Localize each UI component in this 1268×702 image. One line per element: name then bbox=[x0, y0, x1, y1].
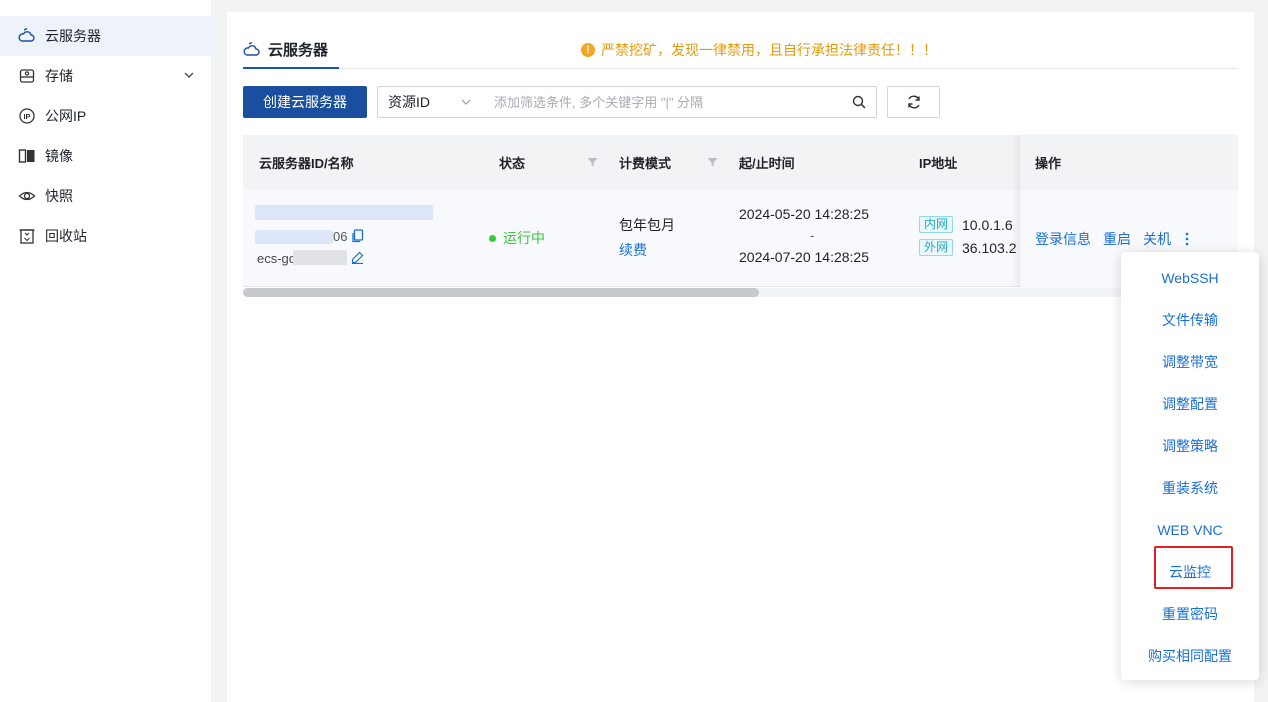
end-time: 2024-07-20 14:28:25 bbox=[739, 249, 869, 265]
sidebar-item-label: 存储 bbox=[45, 68, 73, 84]
tab-bar: 云服务器 ! 严禁挖矿，发现一律禁用，且自行承担法律责任！！！ bbox=[243, 30, 1238, 69]
sidebar-item-cloud-server[interactable]: 云服务器 bbox=[0, 16, 211, 56]
blurred-server-id bbox=[255, 230, 333, 244]
refresh-icon bbox=[906, 94, 922, 110]
filter-field-select[interactable]: 资源ID bbox=[378, 92, 482, 112]
status-dot bbox=[489, 234, 496, 242]
sidebar-item-label: 公网IP bbox=[45, 108, 87, 124]
status-text: 运行中 bbox=[503, 230, 545, 246]
menu-item-reset-password[interactable]: 重置密码 bbox=[1121, 593, 1259, 635]
column-header-id-name: 云服务器ID/名称 bbox=[259, 156, 354, 171]
sidebar-item-label: 回收站 bbox=[45, 228, 87, 244]
menu-item-webssh[interactable]: WebSSH bbox=[1121, 257, 1259, 299]
storage-icon bbox=[18, 67, 36, 85]
billing-mode: 包年包月 bbox=[619, 217, 675, 233]
sidebar-item-snapshot[interactable]: 快照 bbox=[0, 176, 211, 216]
tab-label: 云服务器 bbox=[268, 42, 329, 59]
outer-ip-tag: 外网 bbox=[919, 239, 954, 256]
column-header-status: 状态 bbox=[499, 156, 526, 171]
chevron-down-icon bbox=[460, 96, 472, 108]
sidebar-item-recycle-bin[interactable]: 回收站 bbox=[0, 216, 211, 256]
filter-field-value: 资源ID bbox=[388, 94, 430, 110]
filter-bar: 资源ID bbox=[377, 86, 877, 118]
column-header-time: 起/止时间 bbox=[739, 156, 795, 171]
outer-ip-value: 36.103.2 bbox=[962, 239, 1017, 256]
sidebar-item-image[interactable]: 镜像 bbox=[0, 136, 211, 176]
search-input[interactable] bbox=[482, 88, 842, 116]
recycle-bin-icon bbox=[18, 227, 36, 245]
cloud-server-icon bbox=[243, 41, 261, 59]
filter-icon[interactable] bbox=[587, 155, 598, 171]
more-actions-menu: WebSSH 文件传输 调整带宽 调整配置 调整策略 重装系统 WEB VNC … bbox=[1121, 252, 1259, 680]
search-icon[interactable] bbox=[842, 95, 876, 109]
warning-notice: ! 严禁挖矿，发现一律禁用，且自行承担法律责任！！！ bbox=[581, 40, 937, 60]
blurred-server-id bbox=[255, 205, 433, 220]
sidebar-item-label: 云服务器 bbox=[45, 28, 101, 44]
restart-link[interactable]: 重启 bbox=[1103, 229, 1131, 249]
sidebar-item-storage[interactable]: 存储 bbox=[0, 56, 211, 96]
snapshot-icon bbox=[18, 187, 36, 205]
warning-icon: ! bbox=[581, 43, 595, 57]
time-separator: - bbox=[810, 228, 815, 243]
warning-text: 严禁挖矿，发现一律禁用，且自行承担法律责任！！！ bbox=[601, 42, 937, 58]
chevron-down-icon[interactable] bbox=[183, 68, 195, 84]
sidebar-item-label: 快照 bbox=[45, 188, 73, 204]
menu-item-adjust-policy[interactable]: 调整策略 bbox=[1121, 425, 1259, 467]
blurred-server-name bbox=[293, 250, 347, 265]
server-name: ecs-gc bbox=[257, 251, 296, 266]
menu-item-reinstall-system[interactable]: 重装系统 bbox=[1121, 467, 1259, 509]
menu-item-adjust-bandwidth[interactable]: 调整带宽 bbox=[1121, 341, 1259, 383]
scrollbar-thumb[interactable] bbox=[243, 288, 759, 297]
menu-item-cloud-monitor[interactable]: 云监控 bbox=[1121, 551, 1259, 593]
filter-icon[interactable] bbox=[707, 155, 718, 171]
shutdown-link[interactable]: 关机 bbox=[1143, 229, 1171, 249]
inner-ip: 内网 10.0.1.6 bbox=[919, 216, 1013, 233]
sidebar-item-label: 镜像 bbox=[45, 148, 73, 164]
login-info-link[interactable]: 登录信息 bbox=[1035, 229, 1091, 249]
image-icon bbox=[18, 147, 36, 165]
sidebar-item-public-ip[interactable]: IP 公网IP bbox=[0, 96, 211, 136]
tab-active-indicator bbox=[243, 67, 339, 69]
menu-item-file-transfer[interactable]: 文件传输 bbox=[1121, 299, 1259, 341]
status-badge: 运行中 bbox=[489, 228, 545, 248]
outer-ip: 外网 36.103.2 bbox=[919, 239, 1017, 256]
menu-item-adjust-config[interactable]: 调整配置 bbox=[1121, 383, 1259, 425]
cloud-server-icon bbox=[18, 27, 36, 45]
column-header-ip: IP地址 bbox=[919, 156, 958, 171]
svg-text:IP: IP bbox=[23, 112, 30, 121]
menu-item-web-vnc[interactable]: WEB VNC bbox=[1121, 509, 1259, 551]
horizontal-scrollbar[interactable] bbox=[243, 288, 1238, 297]
create-server-button[interactable]: 创建云服务器 bbox=[243, 86, 367, 118]
renew-link[interactable]: 续费 bbox=[619, 240, 647, 260]
tab-cloud-server[interactable]: 云服务器 bbox=[243, 30, 328, 69]
edit-icon[interactable] bbox=[351, 251, 364, 264]
server-id-suffix: 06 bbox=[333, 229, 348, 244]
server-table: 云服务器ID/名称 状态 计费模式 起/止时间 IP地址 06 ecs-gc 运… bbox=[243, 135, 1238, 295]
inner-ip-tag: 内网 bbox=[919, 216, 954, 233]
column-header-billing: 计费模式 bbox=[619, 156, 672, 171]
copy-icon[interactable] bbox=[351, 229, 364, 243]
inner-ip-value: 10.0.1.6 bbox=[962, 216, 1013, 233]
start-time: 2024-05-20 14:28:25 bbox=[739, 206, 869, 222]
main-panel: 云服务器 ! 严禁挖矿，发现一律禁用，且自行承担法律责任！！！ 创建云服务器 资… bbox=[227, 12, 1254, 702]
column-header-actions: 操作 bbox=[1020, 135, 1238, 190]
more-actions-icon[interactable] bbox=[1185, 232, 1189, 246]
refresh-button[interactable] bbox=[887, 86, 940, 118]
menu-item-buy-same-config[interactable]: 购买相同配置 bbox=[1121, 635, 1259, 677]
sidebar: 云服务器 存储 IP 公网IP 镜像 快照 回收站 bbox=[0, 0, 211, 702]
ip-icon: IP bbox=[18, 107, 36, 125]
